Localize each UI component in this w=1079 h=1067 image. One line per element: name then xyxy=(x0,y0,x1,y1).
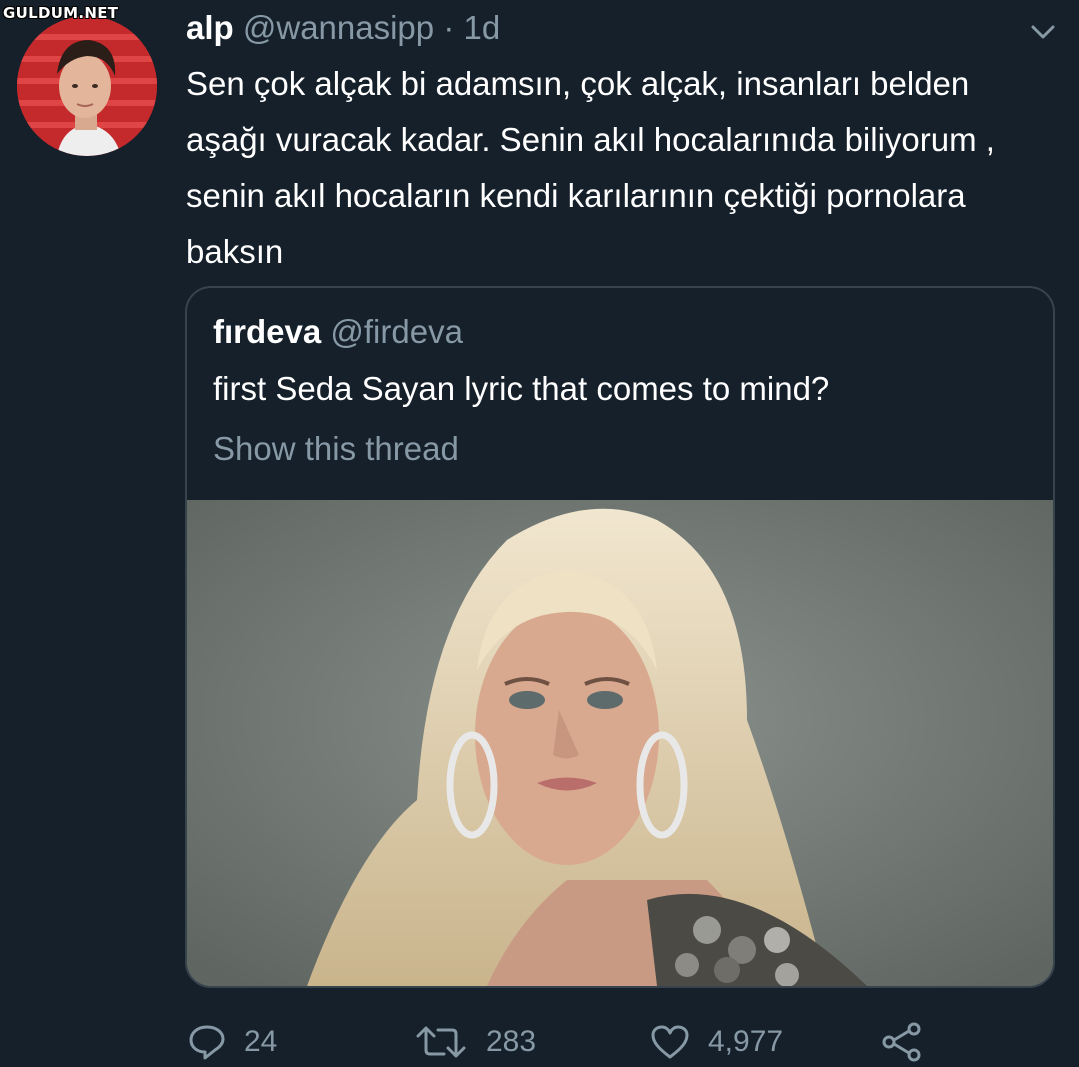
retweet-button[interactable]: 283 xyxy=(414,1018,536,1066)
retweet-count: 283 xyxy=(486,1025,537,1058)
tweet-text: Sen çok alçak bi adamsın, çok alçak, ins… xyxy=(186,65,995,270)
quoted-tweet-header: fırdeva @firdeva xyxy=(213,312,463,352)
retweet-icon xyxy=(416,1026,466,1058)
tweet-actions: 24 283 4,977 xyxy=(0,1018,1079,1066)
avatar-photo xyxy=(17,16,157,156)
reply-icon xyxy=(189,1025,225,1060)
like-count: 4,977 xyxy=(708,1025,784,1058)
tweet-timestamp[interactable]: 1d xyxy=(463,9,500,46)
like-button[interactable]: 4,977 xyxy=(650,1018,783,1066)
tweet-header: alp @wannasipp · 1d xyxy=(186,8,500,48)
author-name[interactable]: alp xyxy=(186,9,234,46)
chevron-down-icon[interactable] xyxy=(1028,20,1058,44)
quoted-tweet[interactable]: fırdeva @firdeva first Seda Sayan lyric … xyxy=(185,286,1055,988)
quoted-author-name: fırdeva xyxy=(213,313,322,350)
watermark: GULDUM.NET xyxy=(3,4,119,22)
author-handle[interactable]: @wannasipp xyxy=(243,9,434,46)
show-thread-link[interactable]: Show this thread xyxy=(213,428,459,470)
quoted-tweet-text: first Seda Sayan lyric that comes to min… xyxy=(213,370,830,407)
avatar[interactable] xyxy=(17,16,157,156)
quoted-author-handle: @firdeva xyxy=(330,313,463,350)
portrait-photo xyxy=(187,500,1053,986)
tweet-screen: GULDUM.NET alp @wannasipp · 1d Sen çok a… xyxy=(0,0,1079,1067)
header-separator: · xyxy=(443,9,455,46)
share-icon xyxy=(882,1022,921,1062)
reply-count: 24 xyxy=(244,1025,278,1058)
reply-button[interactable]: 24 xyxy=(188,1018,277,1066)
heart-icon xyxy=(651,1025,689,1059)
quoted-tweet-image[interactable] xyxy=(187,500,1053,986)
share-button[interactable] xyxy=(880,1018,924,1066)
